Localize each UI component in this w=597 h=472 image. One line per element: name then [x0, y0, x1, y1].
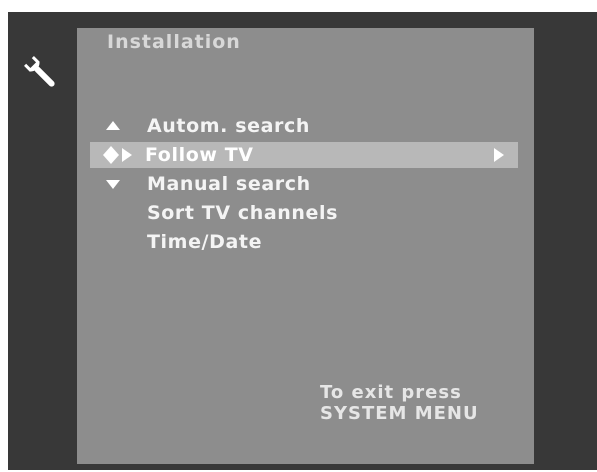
down-arrow-icon — [106, 180, 120, 189]
menu-item-label: Manual search — [147, 173, 311, 195]
menu-item-label: Time/Date — [147, 231, 263, 253]
menu-item-label: Sort TV channels — [147, 202, 339, 224]
exit-hint: To exit press SYSTEM MENU — [320, 382, 479, 424]
page-title: Installation — [107, 31, 241, 53]
exit-hint-line2: SYSTEM MENU — [320, 403, 479, 424]
chevron-right-icon — [494, 148, 504, 162]
wrench-icon — [24, 56, 55, 87]
menu-item-sort-tv-channels[interactable]: Sort TV channels — [90, 200, 518, 226]
menu-item-label: Autom. search — [147, 115, 310, 137]
exit-hint-line1: To exit press — [320, 382, 462, 403]
nav-cursor-icon — [103, 146, 132, 164]
menu-item-label: Follow TV — [145, 144, 254, 166]
menu-item-follow-tv[interactable]: Follow TV — [90, 142, 518, 168]
menu-item-manual-search[interactable]: Manual search — [90, 171, 518, 197]
up-arrow-icon — [106, 121, 120, 130]
menu-item-time-date[interactable]: Time/Date — [90, 229, 518, 255]
menu-item-autom-search[interactable]: Autom. search — [90, 113, 518, 139]
